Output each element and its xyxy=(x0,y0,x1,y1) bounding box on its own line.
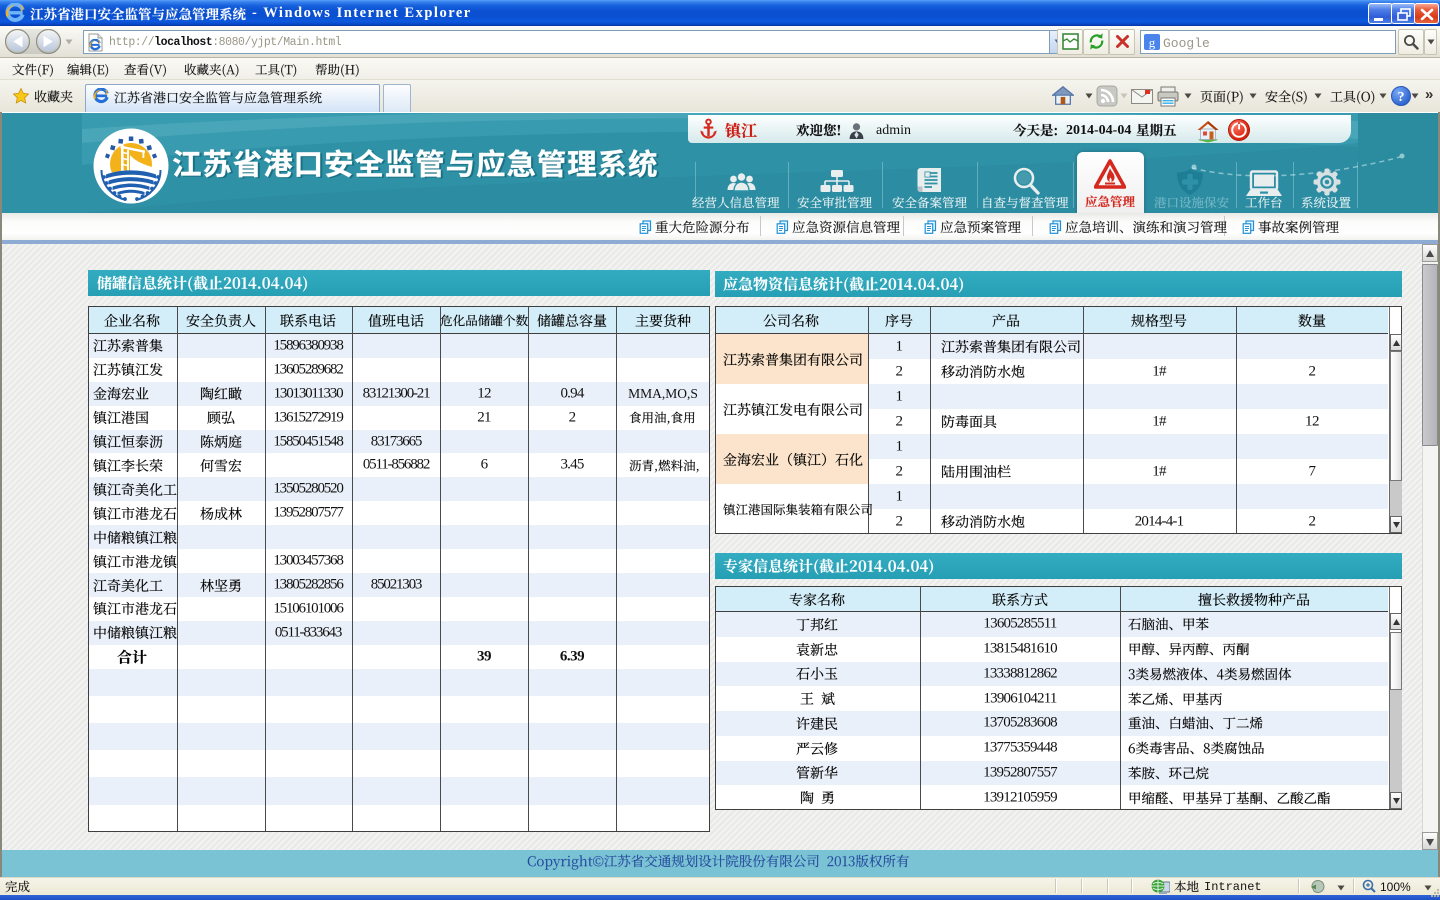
svg-text:?: ? xyxy=(1398,90,1405,105)
svg-text:g: g xyxy=(1149,35,1156,50)
